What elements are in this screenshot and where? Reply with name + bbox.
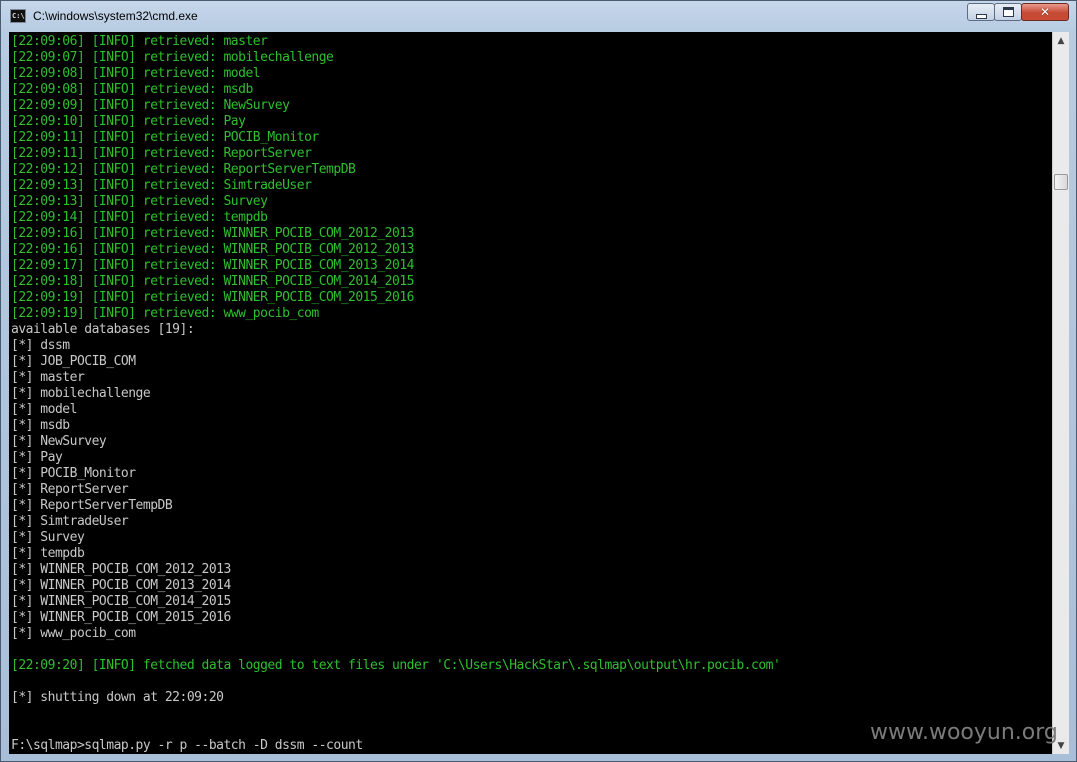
console-line: [*] POCIB_Monitor <box>11 466 136 481</box>
console-line: [22:09:18] [INFO] retrieved: WINNER_POCI… <box>11 274 414 289</box>
scrollbar-thumb[interactable] <box>1054 174 1068 190</box>
console-line: [*] Survey <box>11 530 85 545</box>
console-line: [*] msdb <box>11 418 70 433</box>
maximize-icon <box>1002 7 1014 17</box>
console-line: [*] www_pocib_com <box>11 626 136 641</box>
console-line: available databases [19]: <box>11 322 195 337</box>
console-line: [22:09:09] [INFO] retrieved: NewSurvey <box>11 98 290 113</box>
console-line: [22:09:20] [INFO] fetched data logged to… <box>11 658 781 673</box>
console-line: [*] WINNER_POCIB_COM_2014_2015 <box>11 594 231 609</box>
close-button[interactable]: ✕ <box>1021 3 1069 21</box>
vertical-scrollbar[interactable]: ▲ ▼ <box>1052 32 1069 754</box>
console-line: [22:09:08] [INFO] retrieved: model <box>11 66 261 81</box>
watermark: www.wooyun.org <box>870 720 1058 745</box>
cmd-window: C:\ C:\windows\system32\cmd.exe ✕ [22:09… <box>0 0 1077 762</box>
console-line: [22:09:07] [INFO] retrieved: mobilechall… <box>11 50 334 65</box>
console-line: [22:09:19] [INFO] retrieved: WINNER_POCI… <box>11 290 414 305</box>
console-line: [22:09:16] [INFO] retrieved: WINNER_POCI… <box>11 226 414 241</box>
console-line: [*] ReportServer <box>11 482 129 497</box>
console-line: [*] shutting down at 22:09:20 <box>11 690 224 705</box>
console-line: [*] model <box>11 402 77 417</box>
console-line: [22:09:11] [INFO] retrieved: ReportServe… <box>11 146 312 161</box>
close-icon: ✕ <box>1039 5 1051 19</box>
console-line: [*] tempdb <box>11 546 85 561</box>
cmd-app-icon[interactable]: C:\ <box>10 9 26 23</box>
console-line: [*] dssm <box>11 338 70 353</box>
console-line: [*] master <box>11 370 85 385</box>
window-title: C:\windows\system32\cmd.exe <box>33 9 198 23</box>
console-output[interactable]: [22:09:06] [INFO] retrieved: master [22:0… <box>9 32 1052 754</box>
console-line: [22:09:14] [INFO] retrieved: tempdb <box>11 210 268 225</box>
console-line: [*] JOB_POCIB_COM <box>11 354 136 369</box>
maximize-button[interactable] <box>994 3 1022 21</box>
console-line: [22:09:19] [INFO] retrieved: www_pocib_c… <box>11 306 319 321</box>
scroll-up-arrow-icon[interactable]: ▲ <box>1053 32 1069 49</box>
console-line: [22:09:16] [INFO] retrieved: WINNER_POCI… <box>11 242 414 257</box>
console-line: [*] NewSurvey <box>11 434 107 449</box>
console-line: [*] Pay <box>11 450 63 465</box>
console-line: [*] ReportServerTempDB <box>11 498 173 513</box>
console-line: [*] mobilechallenge <box>11 386 151 401</box>
console-line: [*] WINNER_POCIB_COM_2013_2014 <box>11 578 231 593</box>
console-line: F:\sqlmap>sqlmap.py -r p --batch -D dssm… <box>11 738 363 753</box>
console-line: [22:09:13] [INFO] retrieved: Survey <box>11 194 268 209</box>
console-line: [22:09:13] [INFO] retrieved: SimtradeUse… <box>11 178 312 193</box>
console-line: [*] WINNER_POCIB_COM_2015_2016 <box>11 610 231 625</box>
title-bar[interactable]: C:\ C:\windows\system32\cmd.exe ✕ <box>1 1 1076 32</box>
console-line: [*] WINNER_POCIB_COM_2012_2013 <box>11 562 231 577</box>
console-line: [22:09:10] [INFO] retrieved: Pay <box>11 114 246 129</box>
minimize-icon <box>975 13 987 19</box>
console-line: [22:09:08] [INFO] retrieved: msdb <box>11 82 253 97</box>
console-line: [*] SimtradeUser <box>11 514 129 529</box>
console-line: [22:09:12] [INFO] retrieved: ReportServe… <box>11 162 356 177</box>
console-line: [22:09:11] [INFO] retrieved: POCIB_Monit… <box>11 130 319 145</box>
minimize-button[interactable] <box>967 3 995 21</box>
console-line: [22:09:17] [INFO] retrieved: WINNER_POCI… <box>11 258 414 273</box>
console-line: [22:09:06] [INFO] retrieved: master <box>11 34 268 49</box>
